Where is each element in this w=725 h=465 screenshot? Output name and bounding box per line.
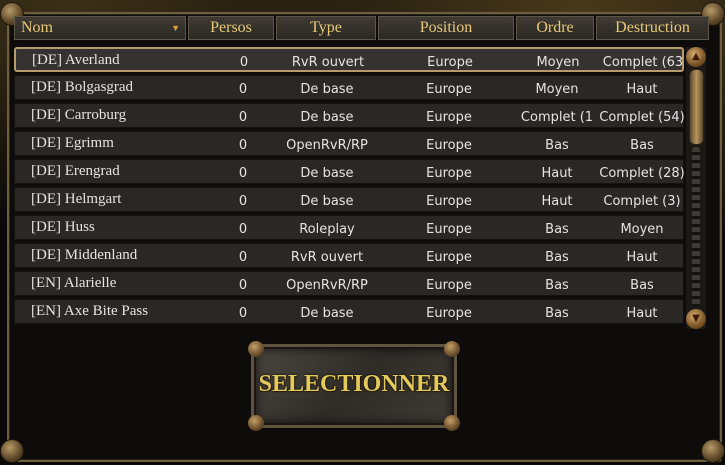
scroll-up-icon[interactable]: ▲	[686, 47, 706, 67]
server-destruction: Haut	[626, 82, 658, 97]
server-name: [DE] Averland	[32, 52, 120, 68]
server-ordre: Haut	[541, 166, 573, 181]
corner-ornament-icon	[701, 439, 725, 463]
rivet-icon	[248, 415, 264, 431]
server-position: Europe	[426, 110, 472, 125]
server-row[interactable]: [DE] Egrimm 0 OpenRvR/RP Europe Bas Bas	[14, 131, 684, 156]
rivet-icon	[444, 415, 460, 431]
server-name: [DE] Huss	[31, 219, 95, 235]
rivet-icon	[248, 341, 264, 357]
column-header-persos[interactable]: Persos	[188, 16, 274, 40]
server-type: RvR ouvert	[290, 250, 364, 265]
server-type: De base	[300, 306, 354, 321]
server-name: [DE] Middenland	[31, 247, 138, 263]
server-name: [DE] Erengrad	[31, 163, 120, 179]
server-row[interactable]: [DE] Helmgart 0 De base Europe Haut Comp…	[14, 187, 684, 212]
server-destruction: Moyen	[620, 222, 664, 237]
server-ordre: Bas	[545, 278, 569, 293]
server-destruction: Bas	[630, 138, 654, 153]
server-row[interactable]: [DE] Bolgasgrad 0 De base Europe Moyen H…	[14, 75, 684, 100]
server-row[interactable]: [DE] Erengrad 0 De base Europe Haut Comp…	[14, 159, 685, 184]
scroll-track[interactable]	[692, 147, 700, 307]
server-list: [DE] Averland 0 RvR ouvert Europe Moyen …	[14, 47, 685, 327]
server-row[interactable]: [DE] Averland 0 RvR ouvert Europe Moyen …	[14, 47, 684, 72]
server-position: Europe	[426, 306, 472, 321]
column-header-label: Position	[419, 19, 473, 36]
server-destruction: Complet (54)	[599, 110, 685, 125]
server-row[interactable]: [DE] Middenland 0 RvR ouvert Europe Bas …	[14, 243, 684, 268]
server-name: [DE] Bolgasgrad	[31, 79, 134, 95]
server-name: [DE] Egrimm	[31, 135, 114, 151]
server-name: [DE] Helmgart	[31, 191, 122, 207]
server-ordre: Bas	[545, 306, 569, 321]
server-name: [EN] Alarielle	[31, 275, 117, 291]
column-header-label: Destruction	[615, 19, 690, 36]
server-position: Europe	[427, 55, 473, 70]
server-position: Europe	[426, 222, 472, 237]
column-header-destruction[interactable]: Destruction	[596, 16, 709, 40]
server-type: De base	[300, 166, 354, 181]
server-position: Europe	[426, 138, 472, 153]
server-ordre: Bas	[545, 138, 569, 153]
server-type: OpenRvR/RP	[286, 138, 368, 153]
server-ordre: Bas	[545, 250, 569, 265]
server-type: De base	[300, 82, 354, 97]
column-header-nom[interactable]: Nom ▼	[14, 16, 186, 40]
server-position: Europe	[426, 166, 472, 181]
server-position: Europe	[426, 250, 472, 265]
column-header-position[interactable]: Position	[378, 16, 514, 40]
server-name: [DE] Carroburg	[31, 107, 127, 123]
server-name: [EN] Axe Bite Pass	[31, 303, 149, 319]
server-destruction: Complet (3)	[603, 194, 681, 209]
column-header-bar: Nom ▼ Persos Type Position Ordre Destruc…	[14, 16, 711, 40]
server-destruction: Haut	[626, 306, 658, 321]
column-header-ordre[interactable]: Ordre	[516, 16, 594, 40]
server-row[interactable]: [EN] Axe Bite Pass 0 De base Europe Bas …	[14, 299, 684, 324]
column-header-type[interactable]: Type	[276, 16, 376, 40]
server-position: Europe	[426, 278, 472, 293]
server-position: Europe	[426, 194, 472, 209]
rivet-icon	[444, 341, 460, 357]
server-destruction: Complet (63	[602, 55, 684, 70]
server-type: De base	[300, 194, 354, 209]
column-header-label: Persos	[210, 19, 252, 36]
server-destruction: Bas	[630, 278, 654, 293]
server-ordre: Moyen	[536, 55, 580, 70]
server-ordre: Bas	[545, 222, 569, 237]
server-type: OpenRvR/RP	[286, 278, 368, 293]
server-row[interactable]: [DE] Carroburg 0 De base Europe Complet …	[14, 103, 685, 128]
select-button[interactable]: SELECTIONNER	[248, 341, 460, 431]
select-button-label: SELECTIONNER	[258, 371, 450, 397]
server-row[interactable]: [DE] Huss 0 Roleplay Europe Bas Moyen	[14, 215, 684, 240]
server-row[interactable]: [EN] Alarielle 0 OpenRvR/RP Europe Bas B…	[14, 271, 684, 296]
sort-desc-icon: ▼	[171, 23, 180, 33]
server-type: Roleplay	[299, 222, 355, 237]
server-destruction: Complet (28)	[599, 166, 685, 181]
corner-ornament-icon	[0, 439, 24, 463]
column-header-label: Ordre	[536, 19, 574, 36]
server-ordre: Moyen	[535, 82, 579, 97]
scroll-down-icon[interactable]: ▼	[686, 309, 706, 329]
server-ordre: Haut	[541, 194, 573, 209]
server-destruction: Haut	[626, 250, 658, 265]
vertical-scrollbar[interactable]: ▲ ▼	[686, 47, 706, 329]
column-header-label: Type	[310, 19, 342, 36]
server-ordre: Complet (1	[520, 110, 594, 125]
server-type: De base	[300, 110, 354, 125]
server-type: RvR ouvert	[291, 55, 365, 70]
server-position: Europe	[426, 82, 472, 97]
scroll-thumb[interactable]	[689, 69, 704, 145]
column-header-label: Nom	[21, 19, 53, 36]
